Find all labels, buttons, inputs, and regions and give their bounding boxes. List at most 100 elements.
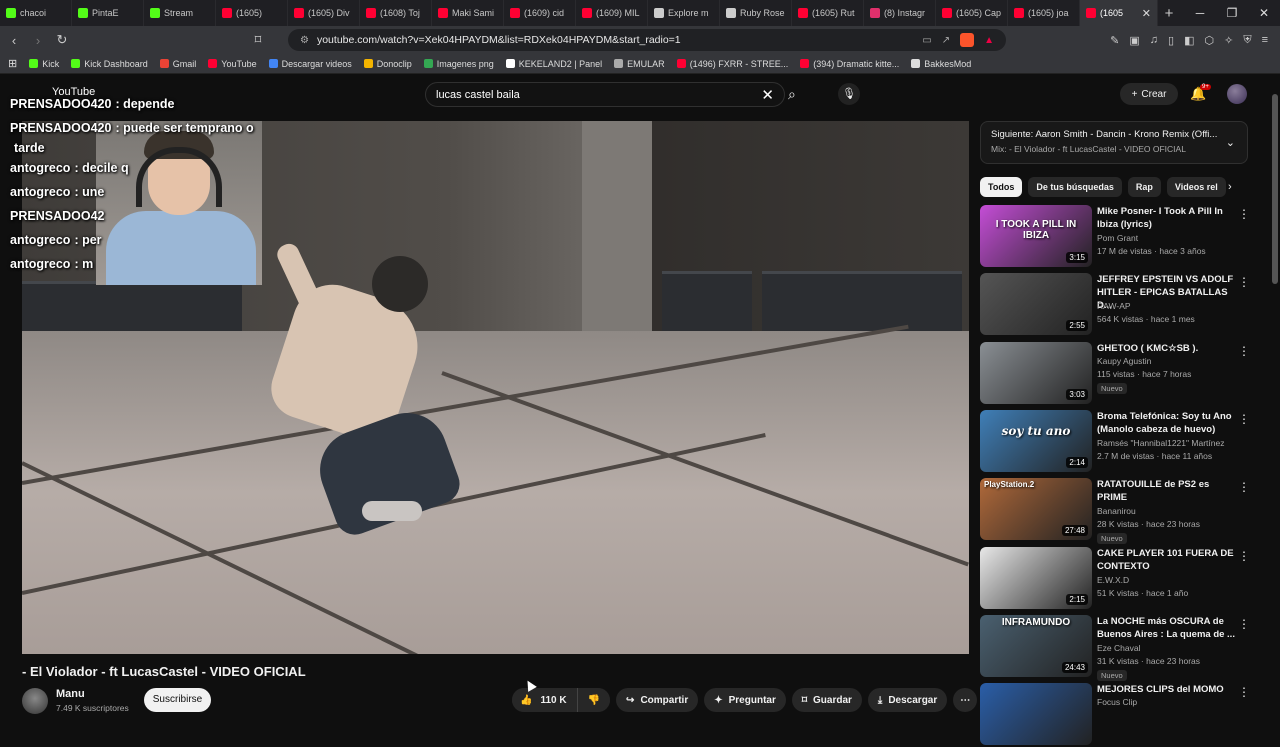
recommendation-channel[interactable]: Focus Clip	[1097, 697, 1137, 707]
more-vert-icon[interactable]: ⋮	[1238, 480, 1250, 494]
recommendation-item[interactable]: INFRAMUNDO 24:43 La NOCHE más OSCURA de Bu…	[980, 614, 1262, 681]
bookmark-item[interactable]: Imagenes png	[423, 59, 494, 69]
bookmark-item[interactable]: Gmail	[159, 59, 196, 69]
more-actions-button[interactable]: ⋯	[953, 688, 978, 712]
vpn-icon[interactable]: ⬡	[1205, 34, 1215, 47]
music-icon[interactable]: ♫	[1150, 34, 1158, 47]
scrollbar-thumb[interactable]	[1272, 94, 1278, 284]
site-info-icon[interactable]: ⚙	[300, 35, 309, 46]
channel-name[interactable]: Manu	[56, 688, 85, 700]
browser-tab[interactable]: (1605)	[216, 0, 288, 26]
avatar[interactable]	[1227, 84, 1247, 104]
recommendation-channel[interactable]: Pom Grant	[1097, 233, 1138, 243]
search-icon[interactable]: ⌕	[788, 86, 796, 103]
recommendation-channel[interactable]: Bananirou	[1097, 506, 1136, 516]
filter-chip[interactable]: Todos	[980, 177, 1023, 197]
more-vert-icon[interactable]: ⋮	[1238, 549, 1250, 563]
more-vert-icon[interactable]: ⋮	[1238, 685, 1250, 699]
leo-icon[interactable]: ✧	[1224, 34, 1233, 47]
video-thumbnail[interactable]: 2:15	[980, 546, 1092, 609]
clear-search-icon[interactable]: ✕	[761, 86, 774, 104]
recommendation-item[interactable]: soy tu ano 2:14 Broma Telefónica: Soy tu A…	[980, 409, 1262, 474]
mic-icon[interactable]: 🎙	[838, 83, 860, 105]
recommendation-title[interactable]: MEJORES CLIPS del MOMO	[1097, 683, 1235, 696]
browser-tab[interactable]: (1609) MIL	[576, 0, 648, 26]
bookmark-item[interactable]: Descargar videos	[268, 59, 352, 69]
recommendation-item[interactable]: I TOOK A PILL IN IBIZA 3:15 Mike Posner- I…	[980, 205, 1262, 269]
recommendation-item[interactable]: 2:15 CAKE PLAYER 101 FUERA DE CONTEXTO E.W…	[980, 546, 1262, 611]
apps-icon[interactable]: ⊞	[8, 57, 17, 70]
wallet-icon[interactable]: ◧	[1184, 34, 1194, 47]
recommendation-channel[interactable]: E.W.X.D	[1097, 575, 1129, 585]
back-icon[interactable]: ‹	[6, 33, 22, 48]
recommendation-title[interactable]: GHETOO ( KMC☆SB ).	[1097, 342, 1235, 355]
bookmark-item[interactable]: Donoclip	[363, 59, 412, 69]
recommendation-channel[interactable]: RAW-AP	[1097, 301, 1131, 311]
close-tab-icon[interactable]: ✕	[1142, 7, 1151, 20]
video-thumbnail[interactable]: INFRAMUNDO 24:43	[980, 614, 1092, 677]
bookmark-item[interactable]: (394) Dramatic kitte...	[800, 59, 899, 69]
browser-tab[interactable]: chacoi	[0, 0, 72, 26]
bookmark-item[interactable]: BakkesMod	[911, 59, 971, 69]
more-vert-icon[interactable]: ⋮	[1238, 344, 1250, 358]
like-button[interactable]: 👍 110 K	[512, 688, 578, 712]
video-thumbnail[interactable]: I TOOK A PILL IN IBIZA 3:15	[980, 205, 1092, 267]
ask-button[interactable]: ✦ Preguntar	[704, 688, 786, 712]
chevron-down-icon[interactable]: ⌄	[1226, 136, 1235, 149]
video-thumbnail[interactable]: PlayStation.2 27:48	[980, 478, 1092, 541]
bookmark-item[interactable]: EMULAR	[614, 59, 665, 69]
more-vert-icon[interactable]: ⋮	[1238, 275, 1250, 289]
new-tab-button[interactable]: +	[1158, 5, 1180, 22]
more-vert-icon[interactable]: ⋮	[1238, 207, 1250, 221]
browser-tab[interactable]: (1609) cid	[504, 0, 576, 26]
recommendation-title[interactable]: La NOCHE más OSCURA de Buenos Aires : La…	[1097, 615, 1235, 641]
browser-tab[interactable]: (1605) joa	[1008, 0, 1080, 26]
recommendation-title[interactable]: Broma Telefónica: Soy tu Ano (Manolo cab…	[1097, 410, 1235, 436]
menu-icon[interactable]: ≡	[1262, 34, 1268, 47]
shield-icon[interactable]: ⛨	[1243, 34, 1251, 47]
bookmark-item[interactable]: (1496) FXRR - STREE...	[676, 59, 788, 69]
up-next-panel[interactable]: Siguiente: Aaron Smith - Dancin - Krono …	[980, 121, 1248, 164]
recommendation-channel[interactable]: Eze Chaval	[1097, 643, 1140, 653]
close-window-icon[interactable]: ✕	[1248, 6, 1280, 20]
more-vert-icon[interactable]: ⋮	[1238, 412, 1250, 426]
filter-chip[interactable]: Videos rel	[1166, 177, 1226, 197]
recommendation-item[interactable]: 2:55 JEFFREY EPSTEIN VS ADOLF HITLER - EP…	[980, 273, 1262, 337]
minimize-icon[interactable]: ─	[1184, 6, 1216, 20]
maximize-icon[interactable]: ❐	[1216, 6, 1248, 20]
dislike-button[interactable]: 👎	[577, 688, 611, 712]
rewards-icon[interactable]: ▲	[984, 35, 994, 46]
recommendation-item[interactable]: MEJORES CLIPS del MOMO Focus Clip ⋮	[980, 683, 1262, 747]
download-button[interactable]: ⤓ Descargar	[867, 688, 948, 712]
sidebar-icon[interactable]: ▯	[1168, 34, 1174, 47]
video-thumbnail[interactable]: 3:03	[980, 341, 1092, 404]
video-thumbnail[interactable]: 2:55	[980, 273, 1092, 336]
browser-tab[interactable]: (1608) Toj	[360, 0, 432, 26]
bookmark-item[interactable]: KEKELAND2 | Panel	[505, 59, 602, 69]
forward-icon[interactable]: ›	[30, 33, 46, 48]
browser-tab[interactable]: Ruby Rose	[720, 0, 792, 26]
bookmark-item[interactable]: YouTube	[208, 59, 257, 69]
browser-tab[interactable]: (1605) Cap	[936, 0, 1008, 26]
recommendation-title[interactable]: CAKE PLAYER 101 FUERA DE CONTEXTO	[1097, 547, 1235, 573]
bookmark-icon[interactable]: ⌑	[250, 32, 266, 48]
browser-tab[interactable]: PintaE	[72, 0, 144, 26]
filter-chip[interactable]: De tus búsquedas	[1028, 177, 1122, 197]
browser-tab[interactable]: Maki Sami	[432, 0, 504, 26]
bookmark-item[interactable]: Kick	[29, 59, 59, 69]
browser-tab[interactable]: Explore m	[648, 0, 720, 26]
recommendation-item[interactable]: 3:03 GHETOO ( KMC☆SB ). Kaupy Agustin 115 v…	[980, 341, 1262, 406]
browser-tab[interactable]: (1605) Rut	[792, 0, 864, 26]
channel-avatar[interactable]	[22, 688, 48, 714]
video-thumbnail[interactable]	[980, 683, 1092, 746]
url-field[interactable]: ⚙ youtube.com/watch?v=Xek04HPAYDM&list=R…	[288, 29, 1006, 51]
share-icon[interactable]: ↗	[942, 35, 950, 46]
create-button[interactable]: + Crear	[1120, 83, 1178, 105]
more-vert-icon[interactable]: ⋮	[1238, 617, 1250, 631]
extension-icon[interactable]: ✎	[1110, 34, 1119, 47]
browser-tab[interactable]: (1605) Div	[288, 0, 360, 26]
recommendation-channel[interactable]: Ramsés "Hannibal1221" Martínez	[1097, 438, 1224, 448]
chevron-right-icon[interactable]: ›	[1228, 181, 1232, 193]
page-scrollbar[interactable]	[1270, 74, 1280, 720]
video-thumbnail[interactable]: soy tu ano 2:14	[980, 409, 1092, 472]
